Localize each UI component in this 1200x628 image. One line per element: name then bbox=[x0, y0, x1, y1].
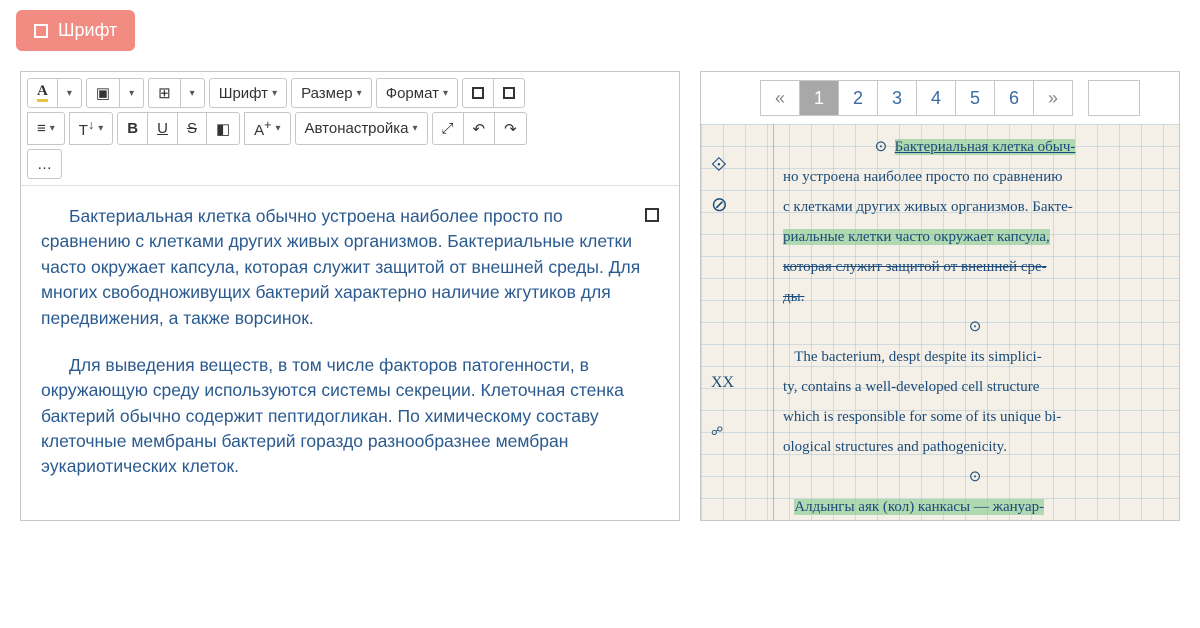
hand-line-2: с клетками других живых организмов. Бакт… bbox=[783, 192, 1167, 222]
toolbar-row-1: A ▾ ▣ ▾ ⊞ ▾ Шрифт ▾ Размер ▾ Формат ▾ bbox=[25, 76, 675, 110]
pager-next[interactable]: » bbox=[1033, 80, 1073, 116]
chevron-down-icon: ▾ bbox=[357, 88, 362, 99]
preview-panel: « 1 2 3 4 5 6 » ⟐ ⊘ XX ☍ ⊙ Бактериальная… bbox=[700, 71, 1180, 521]
margin-dot: ☍ bbox=[711, 424, 723, 439]
hand-line-9: which is responsible for some of its uni… bbox=[783, 402, 1167, 432]
format-dropdown[interactable]: Формат ▾ bbox=[376, 78, 458, 108]
autofit-label: Автонастройка bbox=[305, 120, 409, 137]
hand-line-7: The bacterium, despt despite its simplic… bbox=[783, 342, 1167, 372]
underline-icon: U bbox=[157, 120, 168, 137]
margin-xx: XX bbox=[711, 374, 734, 392]
hand-line-1: но устроена наиболее просто по сравнению bbox=[783, 162, 1167, 192]
pager-page-2[interactable]: 2 bbox=[838, 80, 878, 116]
chevron-down-icon: ▾ bbox=[412, 123, 417, 134]
pager-page-4[interactable]: 4 bbox=[916, 80, 956, 116]
toolbar-row-3: … bbox=[25, 147, 675, 181]
redo-icon: ↷ bbox=[504, 120, 517, 138]
hand-line-5: ды. bbox=[783, 282, 1167, 312]
eraser-button[interactable]: ◧ bbox=[206, 112, 240, 145]
undo-icon: ↶ bbox=[473, 120, 486, 138]
hand-line-8: ty, contains a well-developed cell struc… bbox=[783, 372, 1167, 402]
main-container: A ▾ ▣ ▾ ⊞ ▾ Шрифт ▾ Размер ▾ Формат ▾ bbox=[0, 51, 1200, 521]
margin-line bbox=[773, 124, 774, 520]
hand-line-3: риальные клетки часто окружает капсула, bbox=[783, 222, 1167, 252]
pager-input[interactable] bbox=[1088, 80, 1140, 116]
hand-line-0: ⊙ Бактериальная клетка обыч- bbox=[783, 132, 1167, 162]
text-transform-button[interactable]: T↓ ▾ bbox=[69, 112, 113, 145]
format-label: Формат bbox=[386, 85, 439, 102]
square-icon bbox=[472, 87, 484, 99]
handwritten-text: ⊙ Бактериальная клетка обыч- но устроена… bbox=[783, 132, 1167, 520]
frame-marker-icon[interactable] bbox=[645, 208, 659, 222]
undo-button[interactable]: ↶ bbox=[463, 112, 496, 145]
margin-scribble-1: ⟐ bbox=[711, 154, 727, 177]
align-button[interactable]: ≡▾ bbox=[27, 112, 65, 145]
font-button-label: Шрифт bbox=[58, 20, 117, 41]
chevron-down-icon: ▾ bbox=[67, 88, 72, 99]
image-button[interactable]: ▣ bbox=[86, 78, 120, 108]
strike-button[interactable]: S bbox=[177, 112, 207, 145]
highlight-button[interactable]: A bbox=[27, 78, 58, 108]
chevron-down-icon: ▾ bbox=[275, 123, 280, 134]
chevron-down-icon: ▾ bbox=[443, 88, 448, 99]
chevron-down-icon: ▾ bbox=[190, 88, 195, 99]
hand-line-4: которая служит защитой от внешней сре- bbox=[783, 252, 1167, 282]
pager-prev[interactable]: « bbox=[760, 80, 800, 116]
square-icon bbox=[34, 24, 48, 38]
paragraph-1: Бактериальная клетка обычно устроена наи… bbox=[41, 204, 659, 331]
margin-scribble-2: ⊘ bbox=[711, 192, 728, 217]
size-dropdown[interactable]: Размер ▾ bbox=[291, 78, 372, 108]
chevron-down-icon: ▾ bbox=[98, 123, 103, 134]
font-button-top[interactable]: Шрифт bbox=[16, 10, 135, 51]
toolbar: A ▾ ▣ ▾ ⊞ ▾ Шрифт ▾ Размер ▾ Формат ▾ bbox=[21, 72, 679, 186]
paragraph-2: Для выведения веществ, в том числе факто… bbox=[41, 353, 659, 480]
notebook-page[interactable]: ⟐ ⊘ XX ☍ ⊙ Бактериальная клетка обыч- но… bbox=[701, 124, 1179, 520]
pager-page-6[interactable]: 6 bbox=[994, 80, 1034, 116]
font-size-button[interactable]: A+ ▾ bbox=[244, 112, 290, 145]
pager-page-3[interactable]: 3 bbox=[877, 80, 917, 116]
image-icon: ▣ bbox=[96, 84, 110, 102]
pager-page-1[interactable]: 1 bbox=[799, 80, 839, 116]
hand-line-10: ological structures and pathogenicity. bbox=[783, 432, 1167, 462]
pager-page-5[interactable]: 5 bbox=[955, 80, 995, 116]
font-size-icon: A+ bbox=[254, 118, 271, 139]
autofit-dropdown[interactable]: Автонастройка ▾ bbox=[295, 112, 428, 145]
checkbox-2-button[interactable] bbox=[493, 78, 525, 108]
hand-line-sep1: ⊙ bbox=[783, 312, 1167, 342]
toolbar-row-2: ≡▾ T↓▾ B U S ◧ A+▾ Автонастройка ▾ ⤢ ↶ bbox=[25, 110, 675, 147]
checkbox-1-button[interactable] bbox=[462, 78, 494, 108]
strike-icon: S bbox=[187, 120, 197, 137]
a-icon: A bbox=[37, 84, 48, 102]
hand-line-12: Алдынгы аяк (кол) канкасы — жануар- bbox=[783, 492, 1167, 520]
table-dropdown[interactable]: ▾ bbox=[180, 78, 205, 108]
text-icon: T↓ bbox=[79, 118, 94, 139]
chevron-down-icon: ▾ bbox=[50, 123, 55, 134]
fullscreen-button[interactable]: ⤢ bbox=[432, 112, 464, 145]
bold-button[interactable]: B bbox=[117, 112, 148, 145]
editor-content[interactable]: Бактериальная клетка обычно устроена наи… bbox=[21, 186, 679, 520]
eraser-icon: ◧ bbox=[216, 120, 230, 138]
dots-icon: … bbox=[37, 156, 52, 173]
image-dropdown[interactable]: ▾ bbox=[119, 78, 144, 108]
square-icon bbox=[503, 87, 515, 99]
align-icon: ≡ bbox=[37, 120, 46, 137]
expand-icon: ⤢ bbox=[442, 120, 454, 137]
highlight-dropdown[interactable]: ▾ bbox=[57, 78, 82, 108]
font-label: Шрифт bbox=[219, 85, 268, 102]
chevron-down-icon: ▾ bbox=[272, 88, 277, 99]
pager: « 1 2 3 4 5 6 » bbox=[701, 72, 1179, 124]
table-icon: ⊞ bbox=[158, 84, 171, 102]
editor-panel: A ▾ ▣ ▾ ⊞ ▾ Шрифт ▾ Размер ▾ Формат ▾ bbox=[20, 71, 680, 521]
size-label: Размер bbox=[301, 85, 353, 102]
bold-icon: B bbox=[127, 120, 138, 137]
underline-button[interactable]: U bbox=[147, 112, 178, 145]
redo-button[interactable]: ↷ bbox=[494, 112, 527, 145]
font-dropdown[interactable]: Шрифт ▾ bbox=[209, 78, 287, 108]
more-button[interactable]: … bbox=[27, 149, 62, 179]
hand-line-sep2: ⊙ bbox=[783, 462, 1167, 492]
chevron-down-icon: ▾ bbox=[129, 88, 134, 99]
table-button[interactable]: ⊞ bbox=[148, 78, 181, 108]
